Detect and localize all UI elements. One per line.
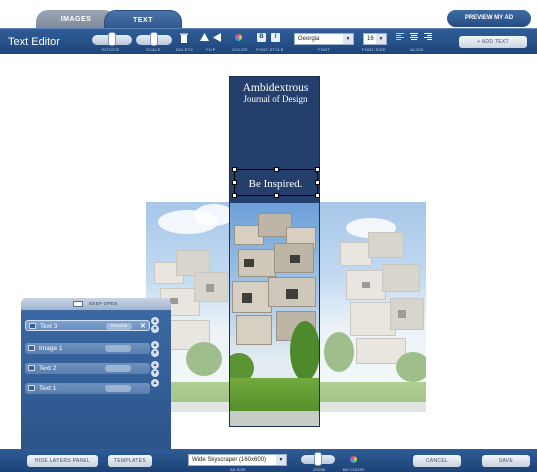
text-editor-toolbar: Text Editor ROTATE SCALE DELETE FLIP COL… xyxy=(0,28,537,54)
align-left-icon[interactable] xyxy=(396,33,404,41)
rotate-slider[interactable] xyxy=(92,32,132,46)
layers-panel-header: KEEP OPEN xyxy=(21,298,171,310)
text-layer-icon xyxy=(28,365,35,371)
font-caption: FONT xyxy=(318,47,331,52)
scale-caption: SCALE xyxy=(146,47,161,52)
layer-preview-pill: PREVIEW xyxy=(106,323,132,330)
zoom-slider[interactable] xyxy=(301,452,335,466)
move-layer-down-icon[interactable]: ▼ xyxy=(151,369,159,377)
font-size-value: 16 xyxy=(367,36,374,42)
resize-handle-top-right[interactable] xyxy=(315,167,320,172)
layer-preview-pill xyxy=(105,345,131,352)
text-layer-icon xyxy=(29,323,36,329)
chevron-down-icon[interactable]: ▼ xyxy=(276,455,286,465)
selection-box[interactable] xyxy=(232,167,320,198)
align-right-icon[interactable] xyxy=(424,33,432,41)
banner-photo[interactable] xyxy=(230,203,319,426)
layer-preview-pill xyxy=(105,365,131,372)
zoom-slider-knob[interactable] xyxy=(314,452,322,466)
scale-slider-knob[interactable] xyxy=(150,32,158,46)
rotate-slider-knob[interactable] xyxy=(108,32,116,46)
ad-size-select[interactable]: Wide Skyscraper (160x600) ▼ xyxy=(188,454,287,466)
scale-slider[interactable] xyxy=(136,32,172,46)
keep-open-checkbox[interactable] xyxy=(73,301,83,307)
tab-strip: IMAGES TEXT PREVIEW MY AD xyxy=(0,0,537,30)
zoom-caption: ZOOM xyxy=(313,467,325,472)
layer-label: Image 1 xyxy=(39,345,63,352)
font-select-value: Georgia xyxy=(298,36,320,42)
chevron-down-icon[interactable]: ▼ xyxy=(343,34,353,44)
font-size-select[interactable]: 16 ▼ xyxy=(363,33,387,45)
layer-row-text-3[interactable]: Text 3 PREVIEW ✕ xyxy=(25,320,150,331)
move-layer-up-icon[interactable]: ▲ xyxy=(151,341,159,349)
resize-handle-top[interactable] xyxy=(274,167,279,172)
hide-layers-panel-button[interactable]: HIDE LAYERS PANEL xyxy=(27,455,98,467)
chevron-down-icon[interactable]: ▼ xyxy=(376,34,386,44)
add-text-label: ADD TEXT xyxy=(481,39,509,45)
text-layer-icon xyxy=(28,385,35,391)
layers-panel: KEEP OPEN Text 3 PREVIEW ✕ ▲ ▼ Image 1 ▲… xyxy=(21,298,171,472)
flip-caption: FLIP xyxy=(206,47,216,52)
bottom-bar: HIDE LAYERS PANEL TEMPLATES Wide Skyscra… xyxy=(0,449,537,472)
close-icon[interactable]: ✕ xyxy=(140,322,146,330)
move-layer-up-icon[interactable]: ▲ xyxy=(151,361,159,369)
add-text-button[interactable]: + ADD TEXT xyxy=(459,36,527,48)
ad-size-caption: AD SIZE xyxy=(230,467,246,472)
bold-icon[interactable]: B xyxy=(257,33,266,42)
ad-subtitle-text[interactable]: Journal of Design xyxy=(230,94,319,104)
toolbar-title: Text Editor xyxy=(8,36,60,48)
layer-row-text-1[interactable]: Text 1 xyxy=(25,383,150,394)
layer-preview-pill xyxy=(105,385,131,392)
ad-canvas[interactable]: Ambidextrous Journal of Design Be Inspir… xyxy=(229,76,320,427)
flip-vertical-icon[interactable] xyxy=(199,33,209,43)
preview-my-ad-button[interactable]: PREVIEW MY AD xyxy=(447,10,531,27)
save-button[interactable]: SAVE xyxy=(482,455,530,467)
resize-handle-bottom-left[interactable] xyxy=(232,193,237,198)
layer-row-image-1[interactable]: Image 1 xyxy=(25,343,150,354)
color-picker-icon[interactable] xyxy=(235,34,242,41)
align-caption: ALIGN xyxy=(410,47,424,52)
move-layer-up-icon[interactable]: ▲ xyxy=(151,379,159,387)
resize-handle-top-left[interactable] xyxy=(232,167,237,172)
flip-horizontal-icon[interactable] xyxy=(212,33,222,43)
font-select[interactable]: Georgia ▼ xyxy=(294,33,354,45)
font-size-caption: FONT-SIZE xyxy=(362,47,386,52)
layer-row-text-2[interactable]: Text 2 xyxy=(25,363,150,374)
ad-size-value: Wide Skyscraper (160x600) xyxy=(192,457,267,463)
bg-color-caption: BG COLOR xyxy=(343,467,365,472)
font-style-caption: FONT-STYLE xyxy=(256,47,284,52)
align-center-icon[interactable] xyxy=(410,33,418,41)
move-layer-down-icon[interactable]: ▼ xyxy=(151,325,159,333)
layer-label: Text 2 xyxy=(39,365,57,372)
trash-icon[interactable] xyxy=(179,33,189,43)
layer-label: Text 3 xyxy=(40,323,58,330)
image-layer-icon xyxy=(28,345,35,351)
bg-color-picker-icon[interactable] xyxy=(350,456,357,463)
tab-text[interactable]: TEXT xyxy=(104,10,182,30)
ad-title-text[interactable]: Ambidextrous xyxy=(230,82,319,94)
keep-open-label: KEEP OPEN xyxy=(89,301,118,306)
rotate-caption: ROTATE xyxy=(102,47,120,52)
italic-icon[interactable]: I xyxy=(271,33,280,42)
resize-handle-left[interactable] xyxy=(232,180,237,185)
move-layer-down-icon[interactable]: ▼ xyxy=(151,349,159,357)
resize-handle-right[interactable] xyxy=(315,180,320,185)
move-layer-up-icon[interactable]: ▲ xyxy=(151,317,159,325)
layer-label: Text 1 xyxy=(39,385,57,392)
ad-editor-window: IMAGES TEXT PREVIEW MY AD Text Editor RO… xyxy=(0,0,537,472)
templates-button[interactable]: TEMPLATES xyxy=(108,455,152,467)
color-caption: COLOR xyxy=(232,47,248,52)
cancel-button[interactable]: CANCEL xyxy=(413,455,461,467)
resize-handle-bottom-right[interactable] xyxy=(315,193,320,198)
resize-handle-bottom[interactable] xyxy=(274,193,279,198)
delete-caption: DELETE xyxy=(176,47,194,52)
